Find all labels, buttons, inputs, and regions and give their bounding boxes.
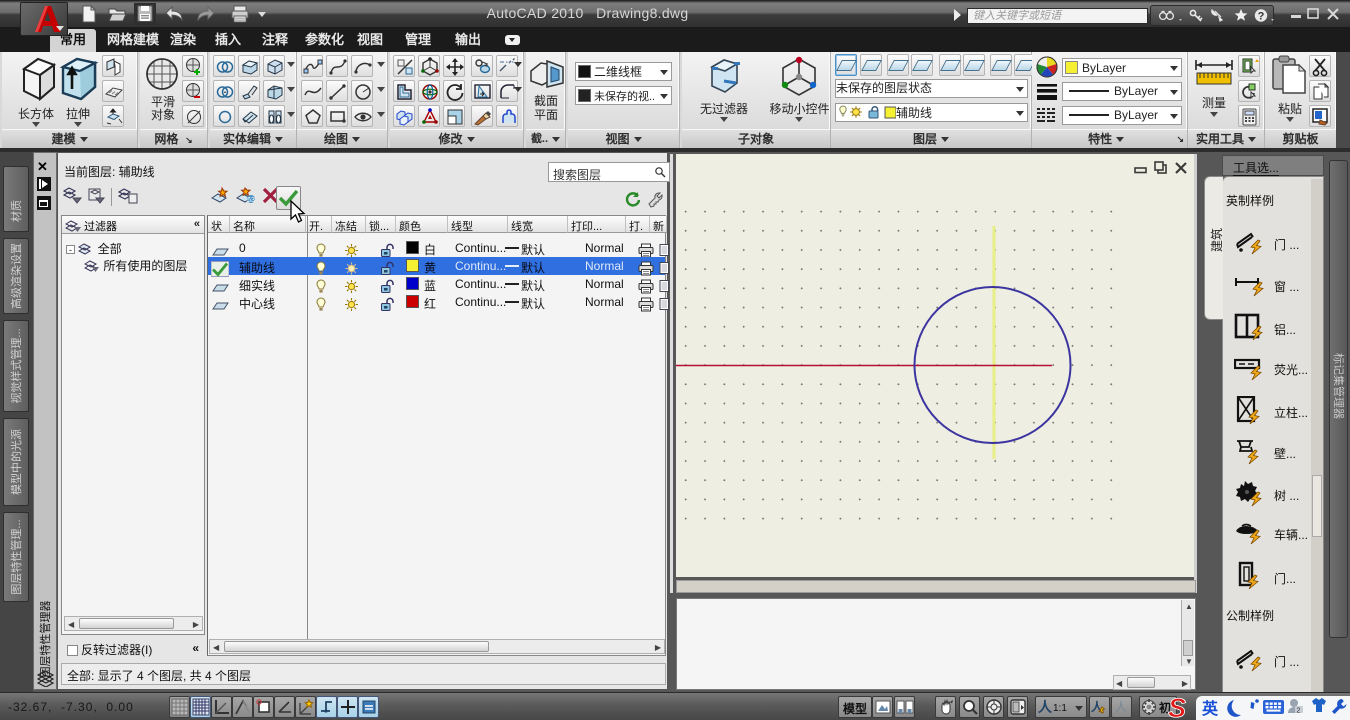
svg-text:63: 63 [247, 197, 255, 204]
svg-text:S: S [1168, 693, 1186, 720]
svg-text:2: 2 [1297, 708, 1301, 715]
svg-text:人: 人 [1038, 699, 1053, 715]
svg-text:英: 英 [1201, 699, 1219, 718]
svg-text:人: 人 [1115, 700, 1127, 714]
svg-text:?: ? [1258, 11, 1265, 23]
svg-text:1:1: 1:1 [1053, 703, 1067, 714]
